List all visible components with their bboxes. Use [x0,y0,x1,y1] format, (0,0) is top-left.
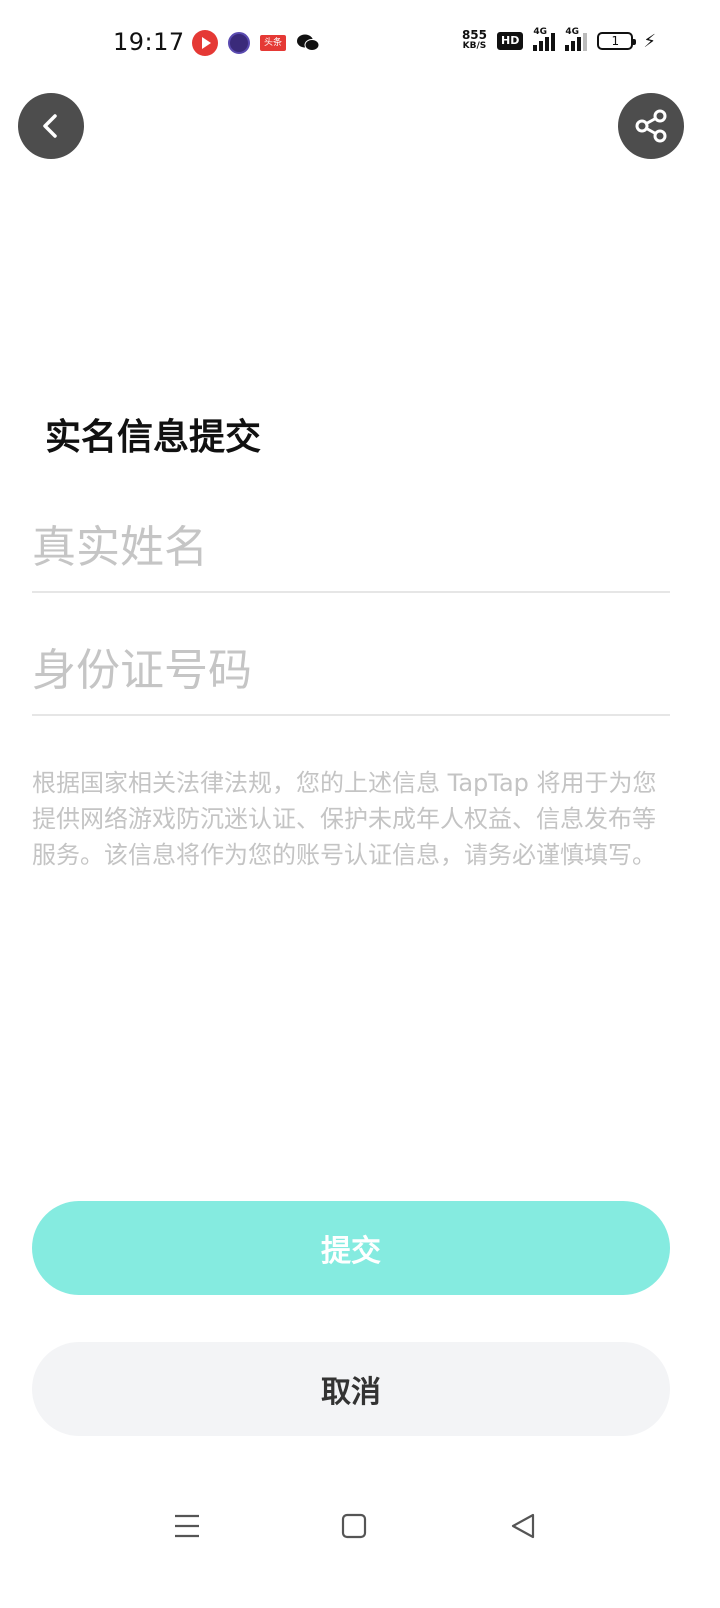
back-button[interactable] [18,93,84,159]
signal-2-label: 4G [565,27,580,37]
navigation-bar [0,1480,720,1570]
share-icon [635,109,667,143]
menu-icon[interactable] [167,1508,207,1544]
battery-level: 1 [611,34,620,48]
status-bar: 19:17 头条 855 KB/S HD 4G 4G 1 ⚡ [0,0,720,90]
privacy-notice: 根据国家相关法律法规，您的上述信息 TapTap 将用于为您提供网络游戏防沉迷认… [32,769,657,869]
system-icons: 855 KB/S HD 4G 4G 1 ⚡ [461,27,656,52]
wechat-icon [296,33,320,53]
circle-app-icon [228,32,250,54]
signal-1-label: 4G [533,27,548,37]
home-square-icon[interactable] [334,1508,374,1544]
network-speed-value: 855 [461,28,488,42]
charging-icon: ⚡ [643,30,656,52]
share-button[interactable] [618,93,684,159]
chevron-left-icon [43,114,57,138]
toutiao-icon: 头条 [260,35,287,51]
app-root: 19:17 头条 855 KB/S HD 4G 4G 1 ⚡ 实名信息提交 真实… [0,0,720,1608]
battery-icon: 1 [597,32,637,50]
network-speed: 855 KB/S [461,28,488,52]
page-title: 实名信息提交 [45,417,262,458]
id-number-input[interactable] [32,626,670,716]
real-name-input[interactable] [32,503,670,593]
status-time: 19:17 [113,28,185,56]
signal-icon-1: 4G [533,27,556,51]
submit-button[interactable]: 提交 [32,1201,670,1295]
network-speed-unit: KB/S [462,41,487,51]
cancel-button[interactable]: 取消 [32,1342,670,1436]
notification-icons: 头条 [192,30,320,56]
back-triangle-icon[interactable] [503,1508,543,1544]
hd-icon: HD [497,32,524,50]
video-app-icon [192,30,218,56]
signal-icon-2: 4G [565,27,588,51]
